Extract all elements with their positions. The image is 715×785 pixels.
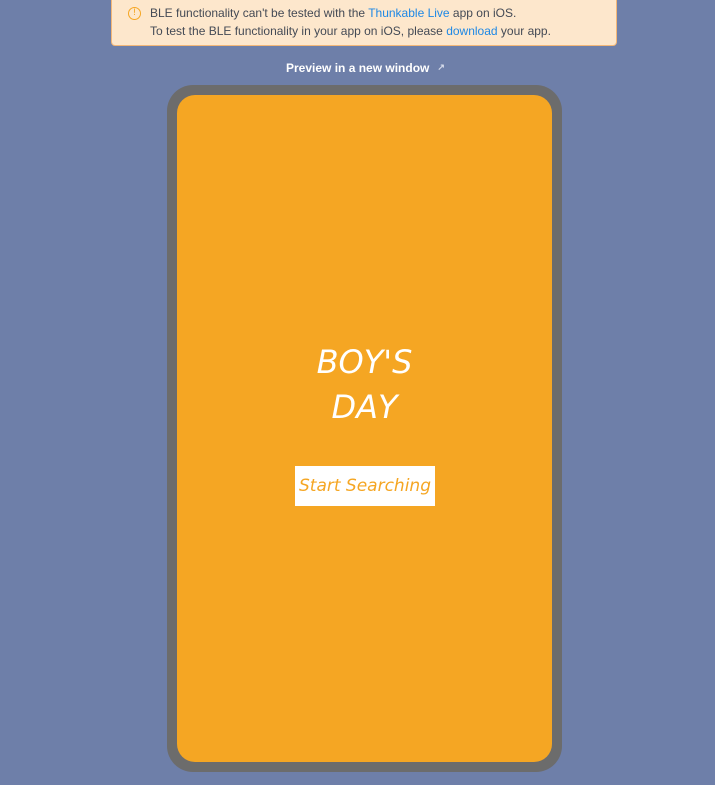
start-searching-button[interactable]: Start Searching: [295, 466, 435, 506]
banner-line-1-suffix: app on iOS.: [449, 6, 517, 20]
banner-line-2-text: To test the BLE functionality in your ap…: [150, 24, 447, 38]
download-link[interactable]: download: [446, 24, 497, 38]
banner-line-2: To test the BLE functionality in your ap…: [150, 24, 551, 38]
ble-warning-banner: ! BLE functionality can't be tested with…: [111, 0, 617, 46]
warning-circle-icon: !: [128, 7, 141, 20]
phone-frame: BOY'S DAY Start Searching: [167, 85, 562, 772]
banner-line-1-text: BLE functionality can't be tested with t…: [150, 6, 369, 20]
banner-line-1: BLE functionality can't be tested with t…: [150, 6, 516, 20]
app-title-line-2: DAY: [331, 388, 398, 426]
banner-line-2-suffix: your app.: [497, 24, 551, 38]
app-screen: BOY'S DAY Start Searching: [177, 95, 552, 762]
preview-label: Preview in a new window: [286, 61, 430, 75]
preview-new-window-link[interactable]: Preview in a new window ↗: [286, 61, 445, 75]
thunkable-live-link[interactable]: Thunkable Live: [368, 6, 449, 20]
external-link-icon: ↗: [437, 62, 445, 72]
app-title-line-1: BOY'S: [316, 343, 413, 381]
